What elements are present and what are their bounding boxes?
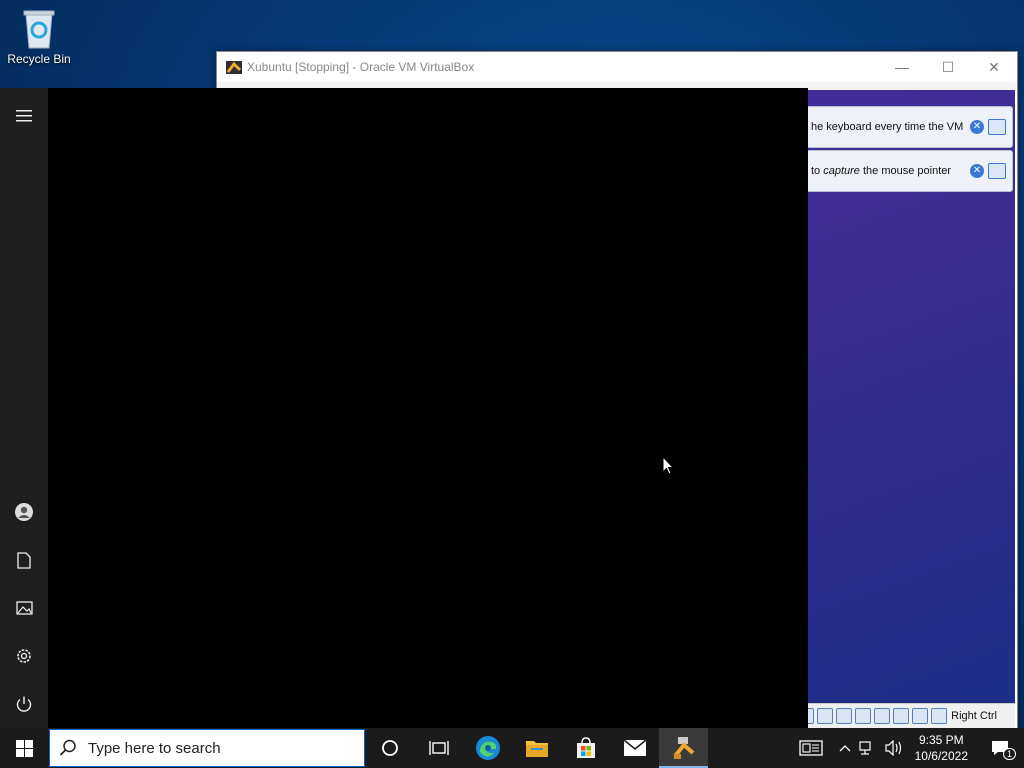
- usb-icon[interactable]: [817, 708, 834, 724]
- store-icon: [576, 737, 595, 758]
- taskbar: 9:35 PM 10/6/2022 1: [0, 728, 1024, 768]
- clock-time: 9:35 PM: [918, 733, 964, 747]
- cortana-button[interactable]: [365, 728, 414, 768]
- mail-button[interactable]: [610, 728, 659, 768]
- mouse-cursor-icon: [662, 455, 675, 480]
- network-icon[interactable]: [855, 728, 881, 768]
- keyboard-capture-icon[interactable]: [931, 708, 948, 724]
- edge-icon: [475, 736, 500, 760]
- windows-icon: [15, 739, 33, 757]
- close-notification-icon[interactable]: ✕: [970, 120, 984, 134]
- close-notification-icon[interactable]: ✕: [970, 164, 984, 178]
- start-button[interactable]: [0, 728, 48, 768]
- store-button[interactable]: [561, 728, 610, 768]
- mail-icon: [623, 739, 646, 756]
- volume-icon[interactable]: [881, 728, 907, 768]
- do-not-show-icon[interactable]: [988, 119, 1006, 135]
- mouse-integration-icon[interactable]: [912, 708, 929, 724]
- news-widget-icon[interactable]: [787, 728, 835, 768]
- action-center-button[interactable]: 1: [976, 728, 1024, 768]
- virtualbox-icon: [225, 58, 243, 76]
- search-input[interactable]: [86, 738, 350, 758]
- task-view-icon: [428, 741, 449, 755]
- cpu-icon[interactable]: [893, 708, 910, 724]
- system-tray: 9:35 PM 10/6/2022 1: [787, 728, 1024, 768]
- start-menu[interactable]: [0, 88, 808, 728]
- shared-folders-icon[interactable]: [836, 708, 853, 724]
- recycle-bin-icon: [19, 6, 59, 50]
- display-icon[interactable]: [855, 708, 872, 724]
- notification-text: to capture the mouse pointer: [811, 165, 952, 177]
- clock[interactable]: 9:35 PM 10/6/2022: [907, 732, 976, 764]
- documents-icon[interactable]: [0, 536, 48, 584]
- search-icon: [50, 739, 86, 757]
- user-icon[interactable]: [0, 488, 48, 536]
- edge-button[interactable]: [463, 728, 512, 768]
- keyboard-capture-notification: he keyboard every time the VM ✕: [806, 106, 1013, 148]
- recycle-bin-label: Recycle Bin: [7, 52, 71, 66]
- virtualbox-icon: [672, 737, 694, 759]
- task-view-button[interactable]: [414, 728, 463, 768]
- clock-date: 10/6/2022: [914, 749, 968, 763]
- chevron-up-icon[interactable]: [835, 728, 855, 768]
- close-button[interactable]: ✕: [971, 52, 1017, 82]
- power-icon[interactable]: [0, 680, 48, 728]
- folder-icon: [525, 741, 548, 757]
- vbox-titlebar[interactable]: Xubuntu [Stopping] - Oracle VM VirtualBo…: [217, 52, 1017, 82]
- notifications-count: 1: [1002, 748, 1016, 760]
- vbox-title: Xubuntu [Stopping] - Oracle VM VirtualBo…: [247, 60, 475, 74]
- start-rail: [0, 88, 48, 728]
- do-not-show-icon[interactable]: [988, 163, 1006, 179]
- mouse-capture-notification: to capture the mouse pointer ✕: [806, 150, 1013, 192]
- recycle-bin[interactable]: Recycle Bin: [4, 6, 74, 66]
- minimize-button[interactable]: —: [879, 52, 925, 82]
- pictures-icon[interactable]: [0, 584, 48, 632]
- host-key-label: Right Ctrl: [951, 710, 997, 722]
- recording-icon[interactable]: [874, 708, 891, 724]
- file-explorer-button[interactable]: [512, 728, 561, 768]
- virtualbox-taskbar-button[interactable]: [659, 728, 708, 768]
- notification-text: he keyboard every time the VM: [811, 121, 964, 133]
- search-box[interactable]: [49, 729, 365, 767]
- settings-icon[interactable]: [0, 632, 48, 680]
- maximize-button[interactable]: ☐: [925, 52, 971, 82]
- hamburger-icon[interactable]: [0, 92, 48, 140]
- cortana-icon: [381, 740, 398, 756]
